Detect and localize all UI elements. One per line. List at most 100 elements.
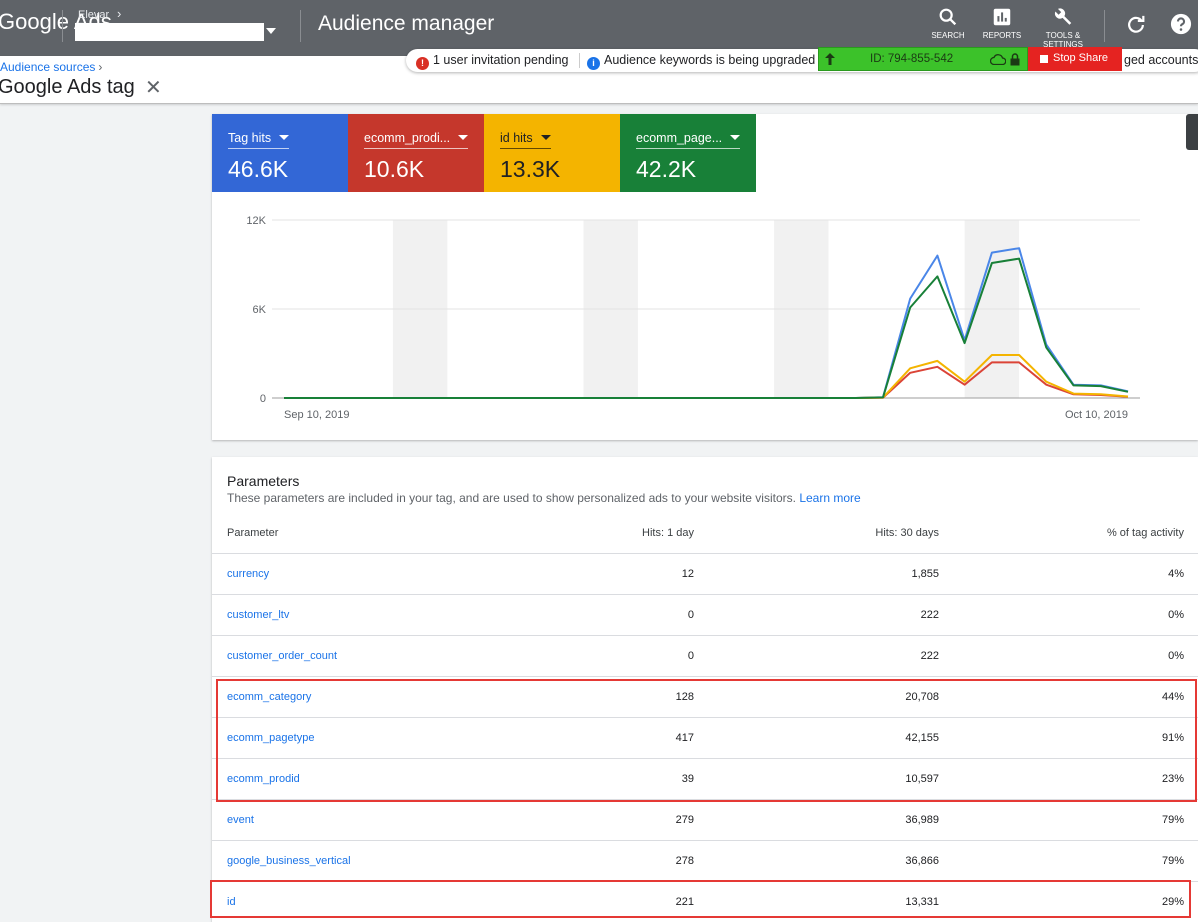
- table-row: event 279 36,989 79%: [212, 800, 1198, 841]
- metric-value: 46.6K: [228, 156, 289, 182]
- metric-dropdown[interactable]: Tag hits: [228, 131, 290, 149]
- metric-dropdown[interactable]: id hits: [500, 131, 551, 149]
- metric-tab-id-hits[interactable]: id hits 13.3K: [484, 114, 620, 192]
- metric-label: id hits: [500, 131, 533, 145]
- parameter-link[interactable]: customer_ltv: [227, 609, 289, 621]
- parameters-title: Parameters: [227, 473, 300, 489]
- y-tick-label: 0: [260, 393, 266, 405]
- caret-down-icon: [540, 135, 551, 140]
- table-row: ecomm_prodid 39 10,597 23%: [212, 759, 1198, 800]
- hits-30-days: 1,855: [911, 568, 939, 580]
- hits-1-day: 0: [687, 609, 694, 621]
- caret-down-icon: [279, 135, 290, 140]
- help-button[interactable]: [1170, 13, 1192, 40]
- side-panel-toggle[interactable]: [1186, 114, 1198, 150]
- search-label: SEARCH: [931, 31, 965, 40]
- tag-activity-percent: 4%: [1168, 568, 1184, 580]
- tag-activity-percent: 44%: [1161, 691, 1184, 703]
- hits-30-days: 222: [920, 609, 939, 621]
- breadcrumb-parent[interactable]: Audience sources: [0, 60, 95, 74]
- share-id-text: ID: 794-855-542: [870, 53, 954, 65]
- reports-label: REPORTS: [982, 31, 1022, 40]
- tag-activity-percent: 0%: [1168, 650, 1184, 662]
- parameter-link[interactable]: ecomm_pagetype: [227, 732, 314, 744]
- metric-value: 13.3K: [500, 156, 561, 182]
- caret-down-icon: [730, 135, 741, 140]
- table-row: google_business_vertical 278 36,866 79%: [212, 841, 1198, 882]
- share-id-panel[interactable]: ID: 794-855-542: [818, 47, 1028, 71]
- learn-more-link[interactable]: Learn more: [799, 491, 860, 505]
- keywords-text: Audience keywords is being upgraded: [604, 53, 816, 67]
- search-button[interactable]: SEARCH: [926, 4, 970, 40]
- hits-30-days: 20,708: [905, 691, 939, 703]
- header-divider: [62, 10, 63, 42]
- tag-activity-percent: 79%: [1161, 814, 1184, 826]
- account-selector[interactable]: [75, 23, 264, 41]
- table-header: Parameter Hits: 1 day Hits: 30 days % of…: [212, 513, 1198, 554]
- parameter-link[interactable]: currency: [227, 568, 269, 580]
- reports-icon: [993, 8, 1011, 26]
- account-dropdown-icon[interactable]: [266, 28, 276, 34]
- hits-1-day: 417: [675, 732, 694, 744]
- parameters-description-text: These parameters are included in your ta…: [227, 491, 796, 505]
- screen-share-bar: ID: 794-855-542 Stop Share: [818, 47, 1122, 71]
- help-icon: [1170, 13, 1192, 35]
- metric-dropdown[interactable]: ecomm_prodi...: [364, 131, 469, 149]
- hits-line-chart: 12K 6K 0 Sep 10, 2019 Oct 10, 2019: [246, 215, 1140, 421]
- breadcrumb[interactable]: Audience sources ›: [0, 60, 102, 74]
- tag-activity-percent: 23%: [1161, 773, 1184, 785]
- tools-settings-button[interactable]: TOOLS & SETTINGS: [1036, 4, 1090, 49]
- hits-30-days: 10,597: [905, 773, 939, 785]
- invitation-notification[interactable]: ! 1 user invitation pending: [416, 53, 569, 70]
- search-icon: [939, 8, 957, 26]
- lock-icon: [1010, 53, 1020, 66]
- hits-30-days: 42,155: [905, 732, 939, 744]
- table-row: currency 12 1,855 4%: [212, 554, 1198, 595]
- breadcrumb-chevron-icon: ›: [98, 60, 103, 74]
- parameters-card: Parameters These parameters are included…: [212, 457, 1198, 922]
- table-row: ecomm_category 128 20,708 44%: [212, 677, 1198, 718]
- metric-tab-tag-hits[interactable]: Tag hits 46.6K: [212, 114, 348, 192]
- app-root: Google Ads Elevar › Audience manager SEA…: [0, 0, 1198, 922]
- hits-1-day: 12: [681, 568, 694, 580]
- tag-activity-percent: 91%: [1161, 732, 1184, 744]
- parameter-link[interactable]: google_business_vertical: [227, 855, 351, 867]
- table-row: id 221 13,331 29%: [212, 882, 1198, 922]
- stop-share-label: Stop Share: [1053, 52, 1109, 64]
- metric-label: Tag hits: [228, 131, 272, 145]
- table-row: customer_ltv 0 222 0%: [212, 595, 1198, 636]
- parameter-link[interactable]: ecomm_prodid: [227, 773, 300, 785]
- stop-icon: [1040, 55, 1048, 63]
- arrow-up-icon: [825, 53, 835, 65]
- parameter-link[interactable]: ecomm_category: [227, 691, 311, 703]
- column-header-parameter[interactable]: Parameter: [227, 527, 278, 539]
- notification-divider: [579, 53, 580, 68]
- column-header-hits-30-days[interactable]: Hits: 30 days: [875, 527, 939, 539]
- accounts-text: ged accounts: [1124, 53, 1198, 67]
- stop-share-button[interactable]: Stop Share: [1028, 47, 1122, 71]
- reports-button[interactable]: REPORTS: [980, 4, 1024, 40]
- parameters-description: These parameters are included in your ta…: [227, 491, 861, 505]
- column-header-tag-activity[interactable]: % of tag activity: [1107, 527, 1184, 539]
- close-icon[interactable]: ✕: [145, 78, 162, 98]
- hits-30-days: 222: [920, 650, 939, 662]
- keywords-notification[interactable]: i Audience keywords is being upgraded: [587, 53, 815, 70]
- metric-label: ecomm_page...: [636, 131, 723, 145]
- table-row: customer_order_count 0 222 0%: [212, 636, 1198, 677]
- refresh-button[interactable]: [1125, 14, 1147, 41]
- parameter-link[interactable]: customer_order_count: [227, 650, 337, 662]
- hits-1-day: 39: [681, 773, 694, 785]
- metric-dropdown[interactable]: ecomm_page...: [636, 131, 741, 149]
- hits-30-days: 13,331: [905, 896, 939, 908]
- page-title: Google Ads tag: [0, 76, 135, 98]
- account-chevron-icon: ›: [117, 6, 122, 21]
- metric-tab-ecomm-pagetype[interactable]: ecomm_page... 42.2K: [620, 114, 756, 192]
- app-title: Audience manager: [318, 12, 495, 35]
- metric-tab-ecomm-prodid[interactable]: ecomm_prodi... 10.6K: [348, 114, 484, 192]
- accounts-notification[interactable]: ged accounts: [1124, 53, 1198, 67]
- column-header-hits-1-day[interactable]: Hits: 1 day: [642, 527, 694, 539]
- parameter-link[interactable]: id: [227, 896, 236, 908]
- header-divider: [300, 10, 301, 42]
- y-tick-label: 12K: [246, 215, 266, 227]
- parameter-link[interactable]: event: [227, 814, 254, 826]
